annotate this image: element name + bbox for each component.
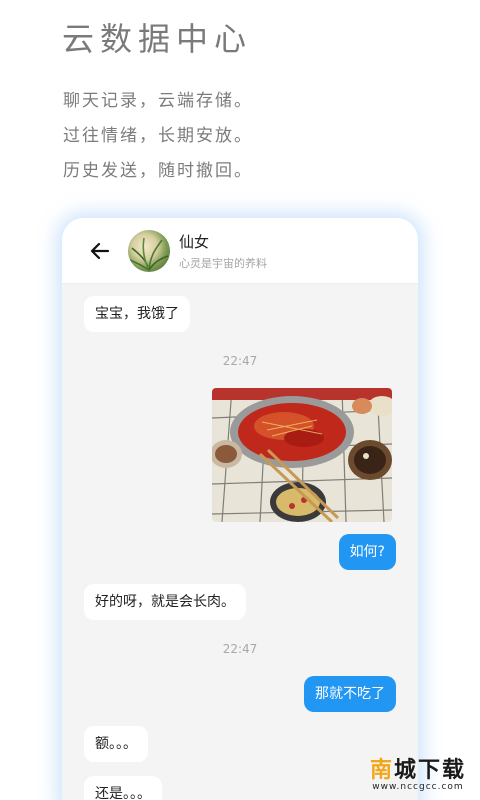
watermark-rest: 城下载	[393, 758, 466, 783]
chat-screen-card: 仙女 心灵是宇宙的养料 宝宝，我饿了 22:47 如何? 好的呀，就是会长肉。 …	[62, 218, 418, 800]
hero-title: 云数据中心	[62, 20, 253, 58]
message-bubble-outgoing[interactable]: 如何?	[338, 534, 396, 570]
message-bubble-outgoing[interactable]: 那就不吃了	[304, 676, 396, 712]
back-button[interactable]	[80, 231, 120, 271]
message-timestamp: 22:47	[222, 642, 258, 656]
hero-line-1: 聊天记录，云端存储。	[63, 91, 253, 111]
chat-header: 仙女 心灵是宇宙的养料	[62, 218, 418, 284]
message-bubble-incoming[interactable]: 还是。。。	[84, 776, 162, 800]
watermark-first-char: 南	[369, 758, 394, 783]
contact-name: 仙女	[179, 232, 210, 251]
watermark-url: www.nccgcc.com	[372, 782, 464, 792]
message-bubble-incoming[interactable]: 额。。。	[84, 726, 148, 762]
hero-line-2: 过往情绪，长期安放。	[63, 126, 253, 146]
back-arrow-icon	[90, 242, 110, 259]
watermark-logo: 南城下载 www.nccgcc.com	[370, 752, 466, 792]
message-photo[interactable]	[212, 388, 392, 522]
hero-line-3: 历史发送，随时撤回。	[63, 161, 253, 181]
message-bubble-incoming[interactable]: 好的呀，就是会长肉。	[84, 584, 246, 620]
contact-status: 心灵是宇宙的养料	[179, 256, 267, 270]
message-bubble-incoming[interactable]: 宝宝，我饿了	[84, 296, 190, 332]
avatar[interactable]	[128, 229, 170, 272]
message-timestamp: 22:47	[222, 354, 258, 368]
